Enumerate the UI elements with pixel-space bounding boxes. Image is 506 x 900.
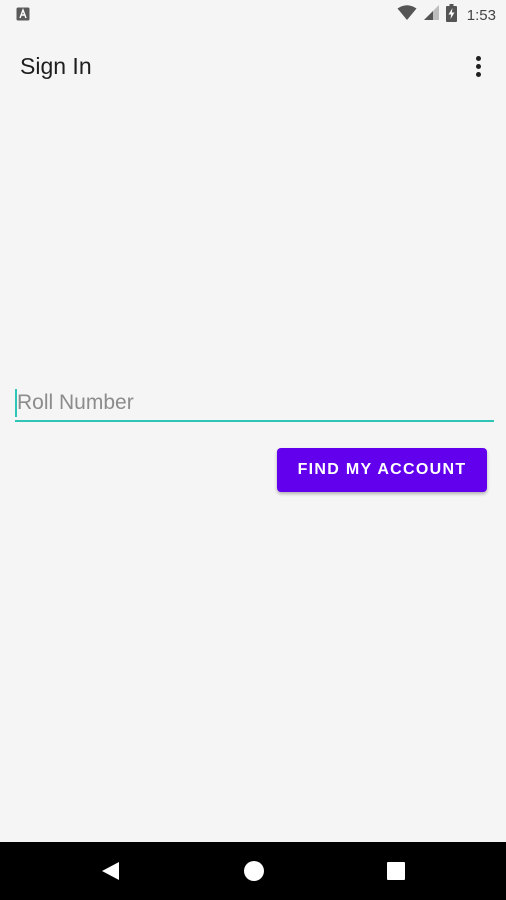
back-icon[interactable] <box>80 842 140 900</box>
overflow-dot <box>475 71 481 77</box>
page-title: Sign In <box>20 52 92 79</box>
home-icon[interactable] <box>224 842 284 900</box>
battery-charging-icon <box>445 4 457 26</box>
app-bar: Sign In <box>0 36 506 96</box>
status-bar: 1:53 <box>0 0 506 30</box>
status-left <box>16 6 30 25</box>
recents-icon[interactable] <box>366 842 426 900</box>
overflow-dot <box>475 63 481 69</box>
find-my-account-button[interactable]: FIND MY ACCOUNT <box>277 448 487 492</box>
cell-signal-icon <box>423 5 440 25</box>
roll-number-field <box>15 386 494 424</box>
navigation-bar <box>0 842 506 900</box>
status-right: 1:53 <box>397 4 496 26</box>
text-cursor <box>15 389 17 417</box>
wifi-icon <box>397 5 417 25</box>
notification-a-icon <box>16 6 30 25</box>
roll-number-input[interactable] <box>15 386 494 422</box>
overflow-menu-icon[interactable] <box>466 46 490 86</box>
status-time: 1:53 <box>466 6 496 24</box>
overflow-dot <box>475 55 481 61</box>
